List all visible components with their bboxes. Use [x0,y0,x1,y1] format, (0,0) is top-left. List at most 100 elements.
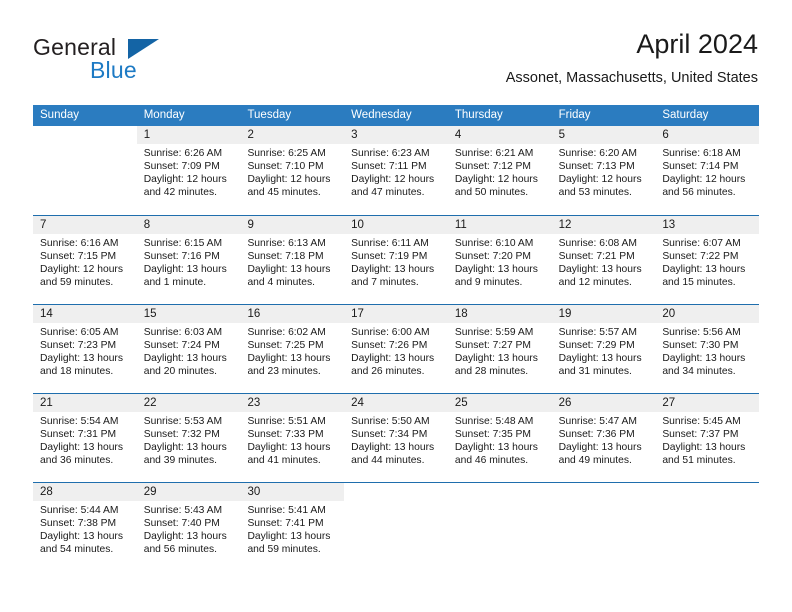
day-number: 23 [247,397,261,409]
day-number-band: 13 [655,216,760,234]
day-number-band: 28 [33,483,137,501]
daylight-duration-line2: and 1 minute. [143,277,207,289]
calendar-day-cell[interactable]: 5 Sunrise: 6:20 AM Sunset: 7:13 PM Daylight… [551,126,656,215]
calendar-day-cell[interactable]: 22 Sunrise: 5:53 AM Sunset: 7:32 PM Dayligh… [136,394,241,482]
day-number-band: 21 [33,394,137,412]
calendar-day-cell[interactable]: 3 Sunrise: 6:23 AM Sunset: 7:11 PM Daylight… [344,126,448,215]
daylight-duration-line1: Daylight: 13 hours [40,531,123,543]
calendar-day-cell[interactable]: 9 Sunrise: 6:13 AM Sunset: 7:18 PM Daylight… [240,216,345,304]
calendar-day-cell[interactable]: 4 Sunrise: 6:21 AM Sunset: 7:12 PM Daylight… [447,126,552,215]
daylight-duration-line1: Daylight: 12 hours [143,174,227,186]
calendar-day-cell[interactable]: 26 Sunrise: 5:47 AM Sunset: 7:36 PM Dayligh… [551,394,656,482]
calendar-day-cell[interactable]: 29 Sunrise: 5:43 AM Sunset: 7:40 PM Dayligh… [136,483,241,571]
sunset-time: Sunset: 7:18 PM [247,251,324,263]
calendar-day-cell[interactable]: 13 Sunrise: 6:07 AM Sunset: 7:22 PM Dayligh… [655,216,760,304]
calendar-day-cell[interactable]: 19 Sunrise: 5:57 AM Sunset: 7:29 PM Dayligh… [551,305,656,393]
calendar-day-cell[interactable]: 14 Sunrise: 6:05 AM Sunset: 7:23 PM Dayligh… [33,305,137,393]
sunrise-time: Sunrise: 5:43 AM [143,505,223,516]
daylight-duration-line1: Daylight: 13 hours [351,353,435,365]
day-number: 15 [143,308,157,320]
sunset-time: Sunset: 7:09 PM [143,161,220,173]
day-details: Sunrise: 5:59 AM Sunset: 7:27 PM Daylight:… [448,323,552,378]
calendar-day-cell[interactable]: 6 Sunrise: 6:18 AM Sunset: 7:14 PM Daylight… [655,126,760,215]
day-details: Sunrise: 5:57 AM Sunset: 7:29 PM Daylight:… [552,323,656,378]
calendar-day-cell[interactable]: 1 Sunrise: 6:26 AM Sunset: 7:09 PM Daylight… [136,126,241,215]
calendar-day-cell-empty [655,483,759,571]
daylight-duration-line1: Daylight: 13 hours [351,264,435,276]
sunrise-time: Sunrise: 5:50 AM [351,416,430,427]
brand-logo[interactable]: General Blue [33,34,253,86]
daylight-duration-line1: Daylight: 13 hours [454,264,538,276]
daylight-duration-line1: Daylight: 13 hours [143,531,227,543]
calendar-grid: Sunday Monday Tuesday Wednesday Thursday… [33,105,760,571]
day-number-band: 30 [240,483,345,501]
calendar-day-cell[interactable]: 18 Sunrise: 5:59 AM Sunset: 7:27 PM Dayligh… [447,305,552,393]
calendar-day-cell[interactable]: 15 Sunrise: 6:03 AM Sunset: 7:24 PM Dayligh… [136,305,241,393]
calendar-day-cell[interactable]: 16 Sunrise: 6:02 AM Sunset: 7:25 PM Dayligh… [240,305,345,393]
sunset-time: Sunset: 7:27 PM [454,340,532,352]
daylight-duration-line1: Daylight: 13 hours [558,264,642,276]
daylight-duration-line1: Daylight: 13 hours [351,442,435,454]
day-number-band: 17 [344,305,448,323]
daylight-duration-line2: and 20 minutes. [143,366,217,378]
weekday-header-wednesday: Wednesday [351,109,412,121]
calendar-day-cell[interactable]: 2 Sunrise: 6:25 AM Sunset: 7:10 PM Daylight… [240,126,345,215]
calendar-day-cell[interactable]: 7 Sunrise: 6:16 AM Sunset: 7:15 PM Daylight… [33,216,137,304]
sunset-time: Sunset: 7:34 PM [351,429,428,441]
calendar-day-cell[interactable]: 24 Sunrise: 5:50 AM Sunset: 7:34 PM Dayligh… [344,394,448,482]
day-details: Sunrise: 6:08 AM Sunset: 7:21 PM Daylight:… [552,234,656,289]
triangle-flag-icon [128,39,159,59]
sunset-time: Sunset: 7:22 PM [662,251,739,263]
day-details: Sunrise: 6:13 AM Sunset: 7:18 PM Daylight:… [240,234,344,289]
daylight-duration-line2: and 28 minutes. [454,366,529,378]
weekday-header-friday: Friday [558,109,591,121]
calendar-day-cell[interactable]: 20 Sunrise: 5:56 AM Sunset: 7:30 PM Dayligh… [655,305,760,393]
day-details: Sunrise: 6:25 AM Sunset: 7:10 PM Daylight:… [240,144,344,199]
day-number-band: 8 [136,216,241,234]
calendar-day-cell[interactable]: 27 Sunrise: 5:45 AM Sunset: 7:37 PM Dayligh… [655,394,760,482]
day-number: 3 [351,129,358,141]
sunset-time: Sunset: 7:25 PM [247,340,324,352]
calendar-day-cell[interactable]: 23 Sunrise: 5:51 AM Sunset: 7:33 PM Dayligh… [240,394,345,482]
calendar-day-cell[interactable]: 30 Sunrise: 5:41 AM Sunset: 7:41 PM Dayligh… [240,483,345,571]
daylight-duration-line2: and 47 minutes. [351,187,425,199]
sunrise-time: Sunrise: 6:13 AM [247,238,326,249]
sunrise-time: Sunrise: 6:03 AM [143,327,223,338]
day-details: Sunrise: 6:21 AM Sunset: 7:12 PM Daylight:… [448,144,552,199]
calendar-day-cell[interactable]: 25 Sunrise: 5:48 AM Sunset: 7:35 PM Dayligh… [447,394,552,482]
calendar-day-cell[interactable]: 21 Sunrise: 5:54 AM Sunset: 7:31 PM Dayligh… [33,394,137,482]
daylight-duration-line2: and 7 minutes. [351,277,419,289]
daylight-duration-line2: and 51 minutes. [662,455,736,467]
calendar-weeks: 1 Sunrise: 6:26 AM Sunset: 7:09 PM Daylight… [33,126,760,571]
daylight-duration-line1: Daylight: 12 hours [662,174,746,186]
day-number-band: 20 [655,305,760,323]
day-details: Sunrise: 6:07 AM Sunset: 7:22 PM Daylight:… [655,234,759,289]
daylight-duration-line1: Daylight: 12 hours [558,174,642,186]
day-number-band: 14 [33,305,137,323]
day-details: Sunrise: 6:00 AM Sunset: 7:26 PM Daylight:… [344,323,448,378]
calendar-day-cell[interactable]: 17 Sunrise: 6:00 AM Sunset: 7:26 PM Dayligh… [344,305,448,393]
day-details: Sunrise: 5:50 AM Sunset: 7:34 PM Daylight:… [344,412,448,467]
calendar-day-cell[interactable]: 8 Sunrise: 6:15 AM Sunset: 7:16 PM Daylight… [136,216,241,304]
day-number: 9 [247,219,254,231]
day-details: Sunrise: 6:23 AM Sunset: 7:11 PM Daylight:… [344,144,448,199]
day-details: Sunrise: 6:10 AM Sunset: 7:20 PM Daylight:… [448,234,552,289]
calendar-day-cell[interactable]: 28 Sunrise: 5:44 AM Sunset: 7:38 PM Dayligh… [33,483,137,571]
title-block: April 2024 Assonet, Massachusetts, Unite… [506,28,758,87]
sunrise-time: Sunrise: 6:07 AM [662,238,741,249]
calendar-day-cell[interactable]: 10 Sunrise: 6:11 AM Sunset: 7:19 PM Dayligh… [344,216,448,304]
sunset-time: Sunset: 7:36 PM [558,429,635,441]
daylight-duration-line1: Daylight: 13 hours [143,442,227,454]
daylight-duration-line2: and 49 minutes. [558,455,632,467]
weekday-header-thursday: Thursday [454,109,503,121]
day-number-band: 23 [240,394,345,412]
page-subtitle: Assonet, Massachusetts, United States [505,70,758,86]
calendar-day-cell[interactable]: 11 Sunrise: 6:10 AM Sunset: 7:20 PM Dayligh… [447,216,552,304]
day-details: Sunrise: 5:56 AM Sunset: 7:30 PM Daylight:… [655,323,759,378]
day-number-band: 10 [344,216,448,234]
brand-name-blue: Blue [90,57,137,83]
daylight-duration-line1: Daylight: 13 hours [662,353,746,365]
day-number-band: 3 [344,126,448,144]
calendar-day-cell[interactable]: 12 Sunrise: 6:08 AM Sunset: 7:21 PM Dayligh… [551,216,656,304]
daylight-duration-line2: and 39 minutes. [143,455,217,467]
